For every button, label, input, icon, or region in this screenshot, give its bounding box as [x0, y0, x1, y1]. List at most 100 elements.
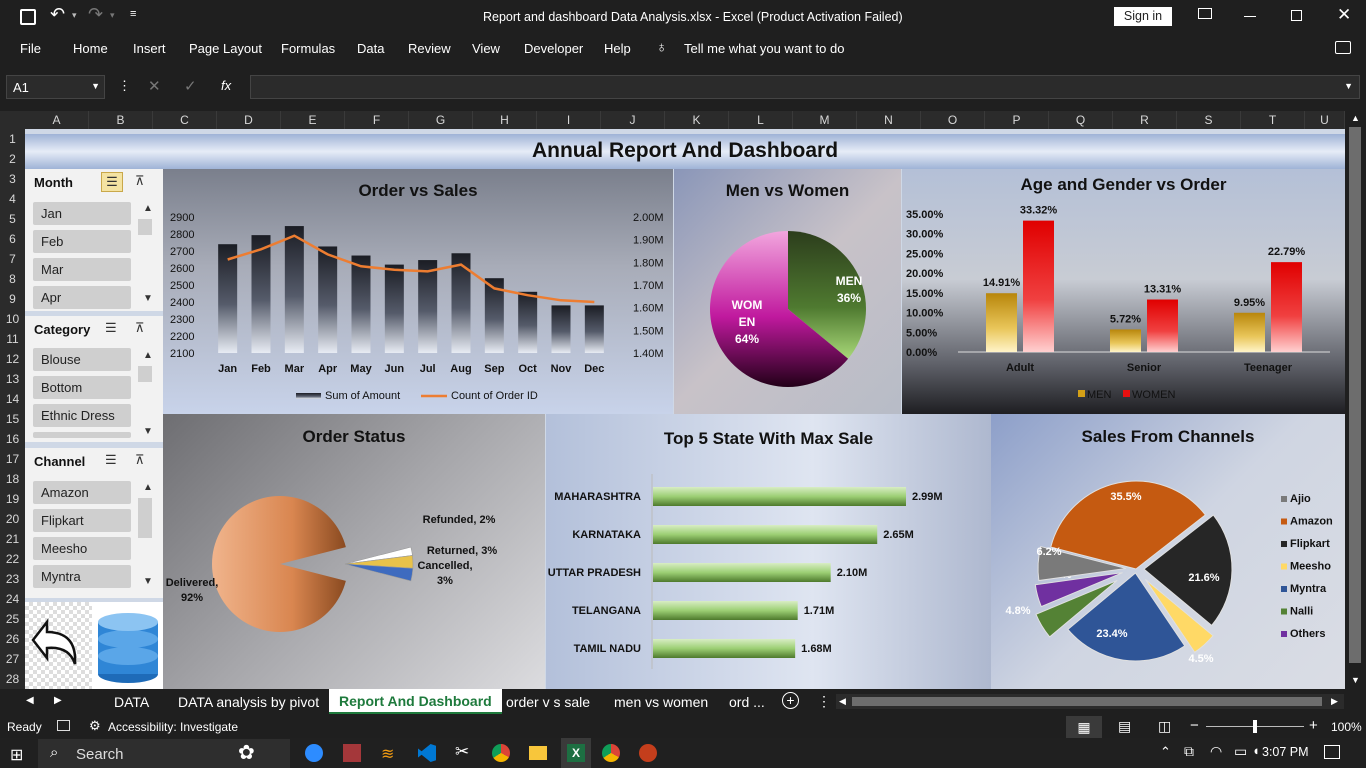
- scroll-down-icon[interactable]: ▼: [141, 576, 155, 587]
- row-header-2[interactable]: 2: [0, 149, 25, 169]
- zoom-slider-thumb[interactable]: [1253, 720, 1257, 733]
- maximize-icon[interactable]: [1291, 10, 1302, 21]
- column-header-c[interactable]: C: [153, 111, 217, 129]
- row-header-19[interactable]: 19: [0, 489, 25, 509]
- battery-icon[interactable]: ▭: [1234, 743, 1247, 760]
- slicer-scrollbar[interactable]: [138, 219, 152, 235]
- horizontal-scrollbar[interactable]: ◀ ▶: [836, 694, 1344, 709]
- slicer-item-apr[interactable]: Apr: [33, 286, 131, 309]
- formula-input[interactable]: ▼: [250, 75, 1360, 99]
- row-header-20[interactable]: 20: [0, 509, 25, 529]
- row-header-9[interactable]: 9: [0, 289, 25, 309]
- access-app-icon[interactable]: [343, 744, 361, 762]
- add-sheet-icon[interactable]: +: [782, 692, 799, 709]
- column-header-a[interactable]: A: [25, 111, 89, 129]
- row-header-10[interactable]: 10: [0, 309, 25, 329]
- sheet-tab-order-v-s-sale[interactable]: order v s sale: [496, 692, 600, 714]
- vscode-app-icon[interactable]: [418, 744, 436, 762]
- slicer-item-ethnic-dress[interactable]: Ethnic Dress: [33, 404, 131, 427]
- normal-view-icon[interactable]: ▦: [1066, 716, 1102, 738]
- row-header-4[interactable]: 4: [0, 189, 25, 209]
- column-header-k[interactable]: K: [665, 111, 729, 129]
- scroll-down-icon[interactable]: ▼: [1351, 675, 1360, 685]
- minimize-icon[interactable]: [1244, 16, 1256, 17]
- row-header-15[interactable]: 15: [0, 409, 25, 429]
- sheet-tab-pivot[interactable]: DATA analysis by pivot: [168, 692, 329, 714]
- tab-home[interactable]: Home: [73, 41, 108, 56]
- sheet-tab-more[interactable]: ord ...: [719, 692, 775, 714]
- column-header-f[interactable]: F: [345, 111, 409, 129]
- scroll-thumb[interactable]: [1349, 127, 1361, 663]
- tab-formulas[interactable]: Formulas: [281, 41, 335, 56]
- powerpoint-app-icon[interactable]: [639, 744, 657, 762]
- order-vs-sales-chart[interactable]: Order vs Sales 2900 2800 2700 2600 2500 2400 2…: [163, 169, 673, 414]
- sheet-tab-men-vs-women[interactable]: men vs women: [604, 692, 718, 714]
- scroll-up-icon[interactable]: ▲: [141, 203, 155, 214]
- slicer-scrollbar[interactable]: [138, 498, 152, 538]
- column-header-j[interactable]: J: [601, 111, 665, 129]
- scroll-left-icon[interactable]: ◀: [839, 696, 846, 707]
- wifi-icon[interactable]: ◠: [1210, 743, 1222, 760]
- row-header-24[interactable]: 24: [0, 589, 25, 609]
- row-header-5[interactable]: 5: [0, 209, 25, 229]
- show-hidden-icons[interactable]: ⌃: [1160, 744, 1171, 760]
- column-header-e[interactable]: E: [281, 111, 345, 129]
- windows-start-icon[interactable]: ⊞: [10, 745, 23, 765]
- tab-insert[interactable]: Insert: [133, 41, 166, 56]
- clear-filter-icon[interactable]: ⊼: [135, 320, 145, 336]
- column-header-m[interactable]: M: [793, 111, 857, 129]
- undo-dropdown-icon[interactable]: ▾: [72, 10, 77, 21]
- multi-select-icon[interactable]: ☰: [101, 172, 123, 192]
- column-header-u[interactable]: U: [1305, 111, 1345, 129]
- row-header-25[interactable]: 25: [0, 609, 25, 629]
- tab-page-layout[interactable]: Page Layout: [189, 41, 262, 56]
- row-header-1[interactable]: 1: [0, 129, 25, 149]
- row-header-27[interactable]: 27: [0, 649, 25, 669]
- row-header-12[interactable]: 12: [0, 349, 25, 369]
- insert-function-icon[interactable]: fx: [221, 78, 231, 93]
- macro-record-icon[interactable]: [57, 720, 70, 731]
- ribbon-display-icon[interactable]: [1198, 8, 1212, 19]
- slicer-item-flipkart[interactable]: Flipkart: [33, 509, 131, 532]
- next-sheet-icon[interactable]: ▶: [54, 695, 62, 706]
- scroll-thumb[interactable]: [852, 697, 1322, 706]
- network-status-icon[interactable]: ⧉: [1184, 743, 1194, 760]
- column-header-d[interactable]: D: [217, 111, 281, 129]
- row-header-7[interactable]: 7: [0, 249, 25, 269]
- slicer-item-meesho[interactable]: Meesho: [33, 537, 131, 560]
- save-icon[interactable]: [20, 9, 36, 25]
- more-icon[interactable]: ⋮: [118, 78, 131, 94]
- column-header-b[interactable]: B: [89, 111, 153, 129]
- cancel-entry-icon[interactable]: ✕: [148, 77, 161, 95]
- zoom-app-icon[interactable]: [305, 744, 323, 762]
- tab-help[interactable]: Help: [604, 41, 631, 56]
- slicer-item-feb[interactable]: Feb: [33, 230, 131, 253]
- excel-app-icon[interactable]: X: [561, 738, 591, 768]
- column-header-l[interactable]: L: [729, 111, 793, 129]
- column-header-g[interactable]: G: [409, 111, 473, 129]
- enter-icon[interactable]: ✓: [184, 77, 197, 95]
- column-header-o[interactable]: O: [921, 111, 985, 129]
- row-header-16[interactable]: 16: [0, 429, 25, 449]
- redo-dropdown-icon[interactable]: ▾: [110, 10, 115, 21]
- scroll-right-icon[interactable]: ▶: [1331, 696, 1338, 707]
- undo-icon[interactable]: ↶: [50, 4, 65, 25]
- sheet-tab-report-dashboard[interactable]: Report And Dashboard: [329, 689, 502, 714]
- column-header-r[interactable]: R: [1113, 111, 1177, 129]
- slicer-item-bottom[interactable]: Bottom: [33, 376, 131, 399]
- tab-review[interactable]: Review: [408, 41, 451, 56]
- row-header-11[interactable]: 11: [0, 329, 25, 349]
- age-gender-chart[interactable]: Age and Gender vs Order 35.00% 30.00% 25.0…: [902, 169, 1345, 414]
- zoom-in-icon[interactable]: +: [1309, 717, 1318, 734]
- accessibility-icon[interactable]: ⚙: [89, 718, 101, 734]
- column-header-s[interactable]: S: [1177, 111, 1241, 129]
- file-explorer-icon[interactable]: [529, 746, 547, 760]
- back-arrow-button[interactable]: [25, 602, 92, 689]
- vertical-scrollbar[interactable]: ▲ ▼: [1345, 111, 1366, 689]
- chrome-app-icon-2[interactable]: [602, 744, 620, 762]
- row-header-21[interactable]: 21: [0, 529, 25, 549]
- column-header-n[interactable]: N: [857, 111, 921, 129]
- zoom-level[interactable]: 100%: [1331, 720, 1362, 734]
- prev-sheet-icon[interactable]: ◀: [26, 695, 34, 706]
- slicer-item-myntra[interactable]: Myntra: [33, 565, 131, 588]
